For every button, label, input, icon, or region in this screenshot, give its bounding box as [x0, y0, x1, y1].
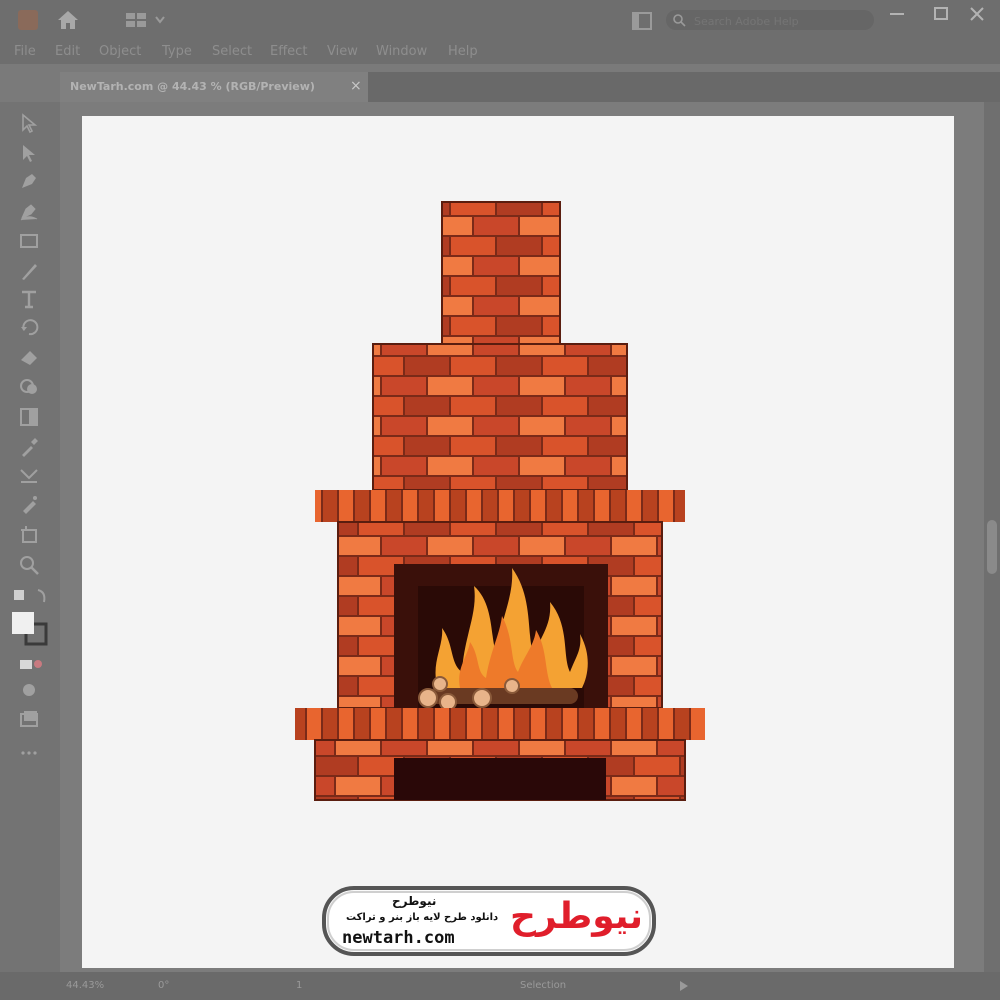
log-end	[472, 688, 492, 708]
fill-stroke-swatch[interactable]	[10, 610, 50, 646]
arrange-documents-icon[interactable]	[632, 12, 652, 30]
type-tool-icon[interactable]	[18, 288, 40, 310]
home-icon[interactable]	[56, 9, 80, 31]
menu-edit[interactable]: Edit	[55, 44, 80, 59]
menu-bar: File Edit Object Type Select Effect View…	[0, 40, 1000, 64]
canvas-area[interactable]: نیوطرح دانلود طرح لایه باز بنر و تراکت n…	[60, 102, 984, 972]
gradient-tool-icon[interactable]	[18, 406, 40, 428]
paintbrush-tool-icon[interactable]	[18, 260, 40, 282]
pen-tool-icon[interactable]	[18, 170, 40, 192]
status-bar: 44.43% 0° 1 Selection	[0, 972, 1000, 1000]
tools-panel	[0, 102, 60, 972]
rotation-angle[interactable]: 0°	[158, 980, 169, 991]
menu-file[interactable]: File	[14, 44, 36, 59]
more-tools-icon[interactable]	[18, 742, 40, 764]
logo-tagline-fa: دانلود طرح لایه باز بنر و تراکت	[346, 912, 499, 923]
current-tool-name: Selection	[520, 980, 567, 991]
eyedropper-tool-icon[interactable]	[18, 436, 40, 458]
artboard[interactable]: نیوطرح دانلود طرح لایه باز بنر و تراکت n…	[82, 116, 954, 968]
search-icon	[673, 14, 686, 27]
menu-select[interactable]: Select	[212, 44, 252, 59]
close-tab-icon[interactable]: ×	[350, 78, 362, 94]
document-tab-title: NewTarh.com @ 44.43 % (RGB/Preview)	[70, 80, 315, 93]
menu-help[interactable]: Help	[448, 44, 478, 59]
logo-mark-fa: نیوطرح	[510, 896, 644, 937]
vertical-scrollbar[interactable]	[984, 102, 1000, 972]
log-end	[439, 693, 457, 711]
newtarh-logo-badge: نیوطرح دانلود طرح لایه باز بنر و تراکت n…	[322, 886, 656, 956]
menu-type[interactable]: Type	[162, 44, 192, 59]
logo-brand-fa: نیوطرح	[392, 894, 437, 908]
rotate-tool-icon[interactable]	[18, 316, 40, 338]
workspace-switcher-icon[interactable]	[126, 12, 168, 28]
log-end	[432, 676, 448, 692]
menu-view[interactable]: View	[327, 44, 358, 59]
maximize-icon[interactable]	[930, 6, 952, 22]
rectangle-tool-icon[interactable]	[18, 230, 40, 252]
default-fill-stroke-icon[interactable]	[12, 586, 48, 608]
direct-selection-tool-icon[interactable]	[18, 142, 40, 164]
zoom-level[interactable]: 44.43%	[66, 980, 104, 991]
artboard-number[interactable]: 1	[296, 980, 302, 991]
log-end	[418, 688, 438, 708]
edit-toolbar-icon[interactable]	[18, 708, 40, 730]
menu-window[interactable]: Window	[376, 44, 427, 59]
curvature-tool-icon[interactable]	[18, 200, 40, 222]
fireplace-illustration	[295, 201, 705, 801]
logo-url: newtarh.com	[342, 928, 455, 948]
drawing-modes-icon[interactable]	[18, 654, 44, 676]
screen-mode-icon[interactable]	[18, 680, 40, 702]
document-tab-bar: NewTarh.com @ 44.43 % (RGB/Preview) ×	[60, 72, 1000, 102]
log-end	[504, 678, 520, 694]
search-help-field[interactable]	[666, 10, 874, 30]
illustrator-app-icon	[18, 10, 38, 30]
ash-pit	[394, 758, 606, 800]
title-bar	[0, 0, 1000, 40]
menu-effect[interactable]: Effect	[270, 44, 307, 59]
zoom-tool-icon[interactable]	[18, 554, 40, 576]
minimize-icon[interactable]	[886, 6, 908, 22]
selection-tool-icon[interactable]	[18, 112, 40, 134]
hearth-ledge	[295, 708, 705, 740]
upper-stack	[372, 343, 628, 491]
document-tab[interactable]: NewTarh.com @ 44.43 % (RGB/Preview) ×	[60, 72, 368, 102]
symbol-sprayer-tool-icon[interactable]	[18, 494, 40, 516]
blend-tool-icon[interactable]	[18, 464, 40, 486]
search-input[interactable]	[692, 12, 866, 30]
artboard-tool-icon[interactable]	[18, 524, 40, 546]
shape-builder-tool-icon[interactable]	[18, 376, 40, 398]
play-icon[interactable]	[678, 980, 690, 992]
chimney	[441, 201, 561, 345]
mantel-ledge	[315, 490, 685, 522]
scrollbar-thumb[interactable]	[987, 520, 997, 574]
menu-object[interactable]: Object	[99, 44, 141, 59]
close-window-icon[interactable]	[966, 6, 988, 22]
eraser-tool-icon[interactable]	[18, 346, 40, 368]
